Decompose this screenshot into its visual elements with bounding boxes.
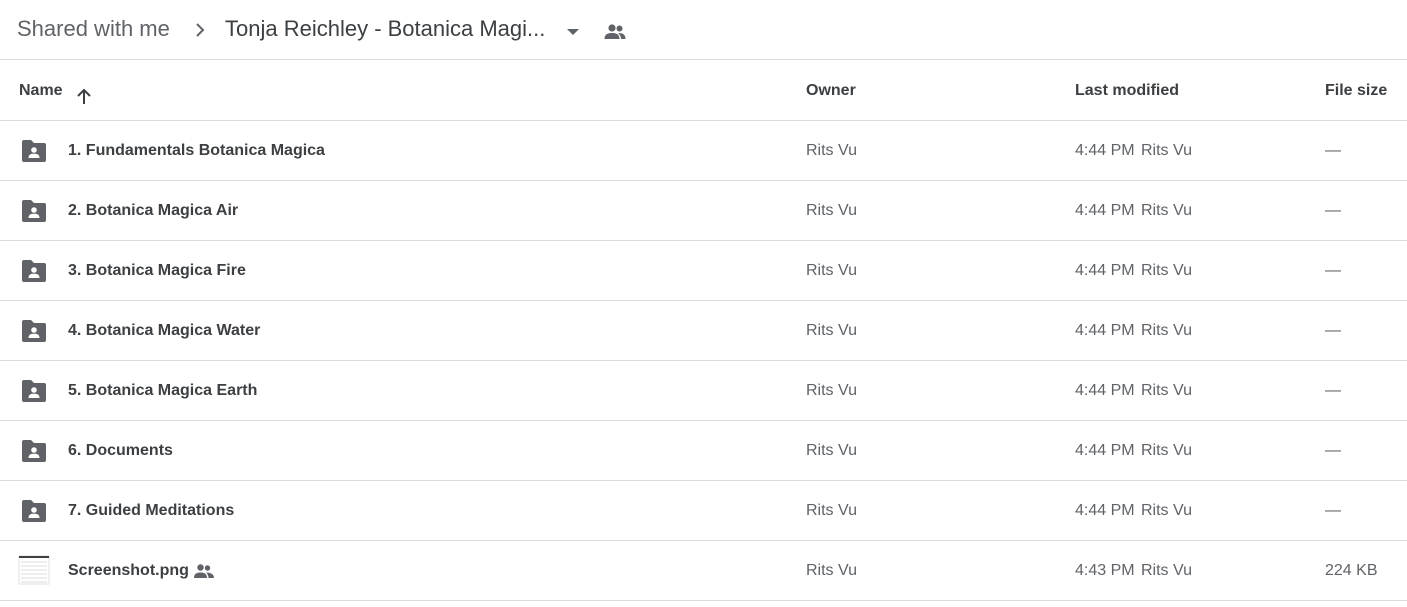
file-owner: Rits Vu <box>806 502 857 519</box>
arrow-up-icon[interactable] <box>74 87 94 107</box>
file-modified-time: 4:44 PM <box>1075 442 1135 459</box>
file-size: 224 KB <box>1325 562 1378 579</box>
table-row[interactable]: 4. Botanica Magica Water Rits Vu 4:44 PM… <box>0 301 1407 361</box>
file-modified-time: 4:43 PM <box>1075 562 1135 579</box>
shared-folder-icon <box>22 440 46 462</box>
file-owner: Rits Vu <box>806 262 857 279</box>
file-modified-by: Rits Vu <box>1141 142 1192 159</box>
shared-folder-icon <box>22 200 46 222</box>
file-name[interactable]: 5. Botanica Magica Earth <box>68 361 257 421</box>
column-header-owner[interactable]: Owner <box>806 61 856 121</box>
file-name[interactable]: 7. Guided Meditations <box>68 481 234 541</box>
file-name[interactable]: 1. Fundamentals Botanica Magica <box>68 121 325 181</box>
file-name[interactable]: Screenshot.png <box>68 541 189 601</box>
column-header-last-modified[interactable]: Last modified <box>1075 61 1179 121</box>
file-modified-time: 4:44 PM <box>1075 322 1135 339</box>
file-modified-time: 4:44 PM <box>1075 142 1135 159</box>
file-name[interactable]: 3. Botanica Magica Fire <box>68 241 246 301</box>
file-size: — <box>1325 502 1341 519</box>
breadcrumb-current-folder[interactable]: Tonja Reichley - Botanica Magi... <box>225 15 545 43</box>
file-name[interactable]: 2. Botanica Magica Air <box>68 181 238 241</box>
column-header-file-size[interactable]: File size <box>1325 61 1387 121</box>
table-row[interactable]: Screenshot.png Rits Vu 4:43 PM Rits Vu 2… <box>0 541 1407 601</box>
file-modified-time: 4:44 PM <box>1075 502 1135 519</box>
table-row[interactable]: 5. Botanica Magica Earth Rits Vu 4:44 PM… <box>0 361 1407 421</box>
column-header-row: Name Owner Last modified File size <box>0 61 1407 121</box>
file-modified-by: Rits Vu <box>1141 502 1192 519</box>
table-row[interactable]: 2. Botanica Magica Air Rits Vu 4:44 PM R… <box>0 181 1407 241</box>
file-list: 1. Fundamentals Botanica Magica Rits Vu … <box>0 121 1407 601</box>
file-name[interactable]: 6. Documents <box>68 421 173 481</box>
file-modified-by: Rits Vu <box>1141 562 1192 579</box>
file-modified-time: 4:44 PM <box>1075 202 1135 219</box>
file-owner: Rits Vu <box>806 442 857 459</box>
file-modified-time: 4:44 PM <box>1075 382 1135 399</box>
people-icon <box>604 24 626 39</box>
file-modified-by: Rits Vu <box>1141 322 1192 339</box>
file-owner: Rits Vu <box>806 382 857 399</box>
file-size: — <box>1325 382 1341 399</box>
breadcrumb: Shared with me Tonja Reichley - Botanica… <box>0 0 1407 60</box>
shared-folder-icon <box>22 260 46 282</box>
shared-folder-icon <box>22 380 46 402</box>
column-header-name[interactable]: Name <box>19 61 63 121</box>
file-size: — <box>1325 322 1341 339</box>
file-owner: Rits Vu <box>806 142 857 159</box>
file-modified-by: Rits Vu <box>1141 382 1192 399</box>
table-row[interactable]: 6. Documents Rits Vu 4:44 PM Rits Vu — <box>0 421 1407 481</box>
arrow-drop-down-icon[interactable] <box>563 22 583 42</box>
file-modified-by: Rits Vu <box>1141 442 1192 459</box>
file-owner: Rits Vu <box>806 202 857 219</box>
people-icon <box>194 564 214 578</box>
file-size: — <box>1325 142 1341 159</box>
file-modified-by: Rits Vu <box>1141 262 1192 279</box>
chevron-right-icon <box>196 23 205 37</box>
file-size: — <box>1325 202 1341 219</box>
file-owner: Rits Vu <box>806 562 857 579</box>
file-modified-time: 4:44 PM <box>1075 262 1135 279</box>
image-thumbnail-icon <box>18 555 50 585</box>
table-row[interactable]: 1. Fundamentals Botanica Magica Rits Vu … <box>0 121 1407 181</box>
breadcrumb-shared-with-me[interactable]: Shared with me <box>17 15 170 43</box>
file-size: — <box>1325 442 1341 459</box>
file-modified-by: Rits Vu <box>1141 202 1192 219</box>
file-name[interactable]: 4. Botanica Magica Water <box>68 301 260 361</box>
shared-folder-icon <box>22 320 46 342</box>
file-owner: Rits Vu <box>806 322 857 339</box>
shared-folder-icon <box>22 140 46 162</box>
table-row[interactable]: 7. Guided Meditations Rits Vu 4:44 PM Ri… <box>0 481 1407 541</box>
shared-folder-icon <box>22 500 46 522</box>
file-size: — <box>1325 262 1341 279</box>
table-row[interactable]: 3. Botanica Magica Fire Rits Vu 4:44 PM … <box>0 241 1407 301</box>
